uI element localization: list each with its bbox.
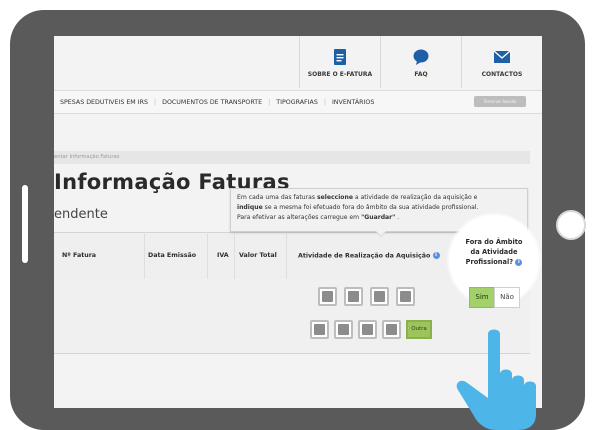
other-activity-button[interactable]: Outra <box>406 320 432 339</box>
heart-icon <box>322 291 333 302</box>
tooltip-bold: "Guardar" <box>361 214 396 221</box>
nav-label: CONTACTOS <box>481 70 523 78</box>
tablet-side-bar <box>22 185 28 263</box>
nav-contactos[interactable]: CONTACTOS <box>461 36 542 88</box>
document-icon <box>333 47 347 67</box>
col-header-atividade-label: Atividade de Realização da Aquisição <box>298 252 431 260</box>
tooltip-bold: seleccione <box>317 194 353 201</box>
end-session-button[interactable]: Terminar Sessão <box>474 96 526 107</box>
tooltip-text: se a mesma foi efetuado fora do âmbito d… <box>262 204 479 211</box>
tooltip-line-2: indique se a mesma foi efetuado fora do … <box>237 203 521 213</box>
tooltip-text: a atividade de realização da aquisição e <box>352 194 478 201</box>
main-menu: SPESAS DEDUTIVEIS EM IRS | DOCUMENTOS DE… <box>54 90 542 114</box>
general-expenses-activity-button[interactable] <box>310 320 329 339</box>
col-header-atividade: Atividade de Realização da Aquisição i <box>298 252 440 260</box>
housing-activity-button[interactable] <box>370 287 389 306</box>
menu-item-despesas[interactable]: SPESAS DEDUTIVEIS EM IRS <box>54 99 154 106</box>
education-activity-button[interactable] <box>344 287 363 306</box>
info-icon[interactable]: i <box>515 258 523 266</box>
tooltip-text: Em cada uma das faturas <box>237 194 318 201</box>
spotlight-title-text: Fora do Âmbito da Atividade Profissional… <box>465 238 523 266</box>
book-icon <box>348 291 359 302</box>
page-subtitle: endente <box>54 207 108 222</box>
nav-label: SOBRE O E-FATURA <box>307 70 373 78</box>
health-activity-button[interactable] <box>318 287 337 306</box>
activity-selector: Outra <box>310 287 432 345</box>
cutlery-icon <box>362 324 373 335</box>
spotlight-title: Fora do Âmbito da Atividade Profissional… <box>460 237 528 267</box>
no-toggle-button[interactable]: Não <box>494 287 520 308</box>
nav-label: FAQ <box>414 70 428 78</box>
car-icon <box>338 324 349 335</box>
nav-sobre-efatura[interactable]: SOBRE O E-FATURA <box>299 36 380 88</box>
col-header-numero-fatura: Nº Fatura <box>62 252 97 259</box>
tablet-home-button[interactable] <box>556 210 586 240</box>
col-header-data-emissao: Data Emissão <box>148 252 197 259</box>
hairdresser-activity-button[interactable] <box>382 320 401 339</box>
scissors-icon <box>386 324 397 335</box>
tooltip-bold: indique <box>237 204 263 211</box>
person-up-icon <box>400 291 411 302</box>
nav-faq[interactable]: FAQ <box>380 36 461 88</box>
stack-icon <box>314 324 325 335</box>
top-navigation: SOBRE O E-FATURA FAQ CONTACTOS <box>299 36 542 88</box>
speech-bubble-icon <box>412 47 430 67</box>
tooltip-line-1: Em cada uma das faturas seleccione a ati… <box>237 193 521 203</box>
tooltip-arrow-fill <box>376 231 386 236</box>
house-icon <box>374 291 385 302</box>
col-header-iva: IVA <box>217 252 229 259</box>
tooltip-text: Para efetivar as alterações carregue em <box>237 214 362 221</box>
breadcrumb: entar Informação Faturas <box>54 151 530 164</box>
pointing-hand-icon <box>456 329 536 430</box>
care-home-activity-button[interactable] <box>396 287 415 306</box>
menu-item-documentos-transporte[interactable]: DOCUMENTOS DE TRANSPORTE <box>156 99 268 106</box>
tooltip-text: . <box>395 214 400 221</box>
menu-item-tipografias[interactable]: TIPOGRAFIAS <box>270 99 324 106</box>
car-repair-activity-button[interactable] <box>334 320 353 339</box>
yes-toggle-button[interactable]: Sim <box>469 287 495 308</box>
menu-item-inventarios[interactable]: INVENTÁRIOS <box>326 99 380 106</box>
restaurant-activity-button[interactable] <box>358 320 377 339</box>
col-header-valor-total: Valor Total <box>239 252 277 259</box>
envelope-icon <box>493 47 511 67</box>
info-icon[interactable]: i <box>432 252 440 259</box>
